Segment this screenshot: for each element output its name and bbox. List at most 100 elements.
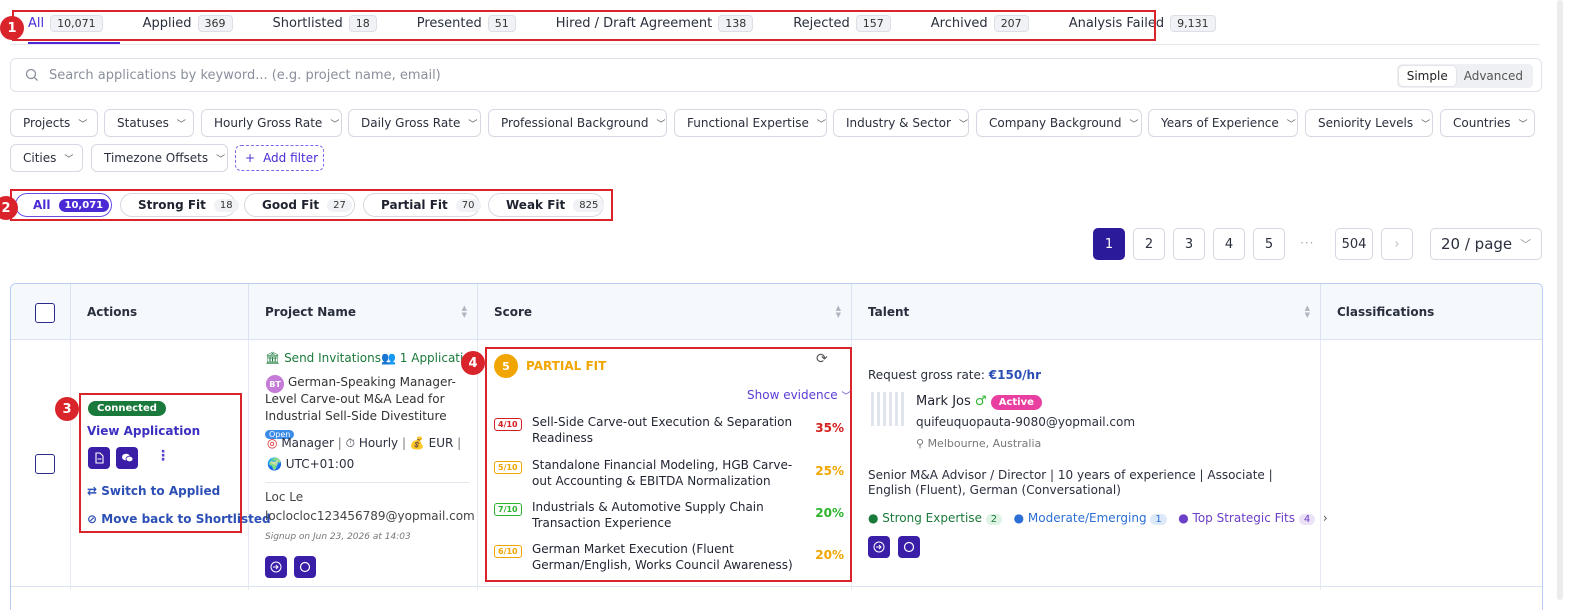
score-criterion: 4/10 Sell-Side Carve-out Execution & Sep… xyxy=(494,414,844,450)
fit-chip-partial[interactable]: Partial Fit 70 xyxy=(363,193,481,217)
more-options-icon[interactable]: ⋮ xyxy=(156,448,170,464)
filter-daily-gross-rate[interactable]: Daily Gross Rate ﹀ xyxy=(348,109,481,137)
tag-count: 4 xyxy=(1298,514,1316,525)
tab-shortlisted[interactable]: Shortlisted 18 xyxy=(272,14,377,32)
document-icon[interactable] xyxy=(88,447,110,469)
tab-archived[interactable]: Archived 207 xyxy=(931,14,1029,32)
simple-mode-button[interactable]: Simple xyxy=(1398,66,1456,86)
chevron-right-icon[interactable]: › xyxy=(1323,511,1328,525)
filter-company-background[interactable]: Company Background ﹀ xyxy=(976,109,1142,137)
tab-label: Analysis Failed xyxy=(1068,15,1165,31)
login-icon[interactable] xyxy=(868,536,890,558)
show-evidence-toggle[interactable]: Show evidence ﹀ xyxy=(747,388,850,402)
page-size-label: 20 / page xyxy=(1441,235,1513,253)
filter-projects[interactable]: Projects ﹀ xyxy=(10,109,98,137)
chat-icon[interactable] xyxy=(116,447,138,469)
select-all-checkbox[interactable] xyxy=(35,303,55,323)
fit-chip-all[interactable]: All 10,071 xyxy=(15,193,112,217)
page-5-button[interactable]: 5 xyxy=(1253,228,1285,260)
criterion-score: 5/10 xyxy=(494,461,522,474)
tab-label: Hired / Draft Agreement xyxy=(555,15,713,31)
criterion-weight: 25% xyxy=(815,464,844,478)
fit-chip-label: Good Fit xyxy=(262,198,320,212)
page-2-button[interactable]: 2 xyxy=(1133,228,1165,260)
page-4-button[interactable]: 4 xyxy=(1213,228,1245,260)
page-1-button[interactable]: 1 xyxy=(1093,228,1125,260)
fit-chip-count: 27 xyxy=(327,198,352,212)
criterion-text: German Market Execution (Fluent German/E… xyxy=(532,542,793,572)
project-divider xyxy=(265,482,469,483)
criterion-weight: 20% xyxy=(815,506,844,520)
page-last-button[interactable]: 504 xyxy=(1335,228,1373,260)
search-input[interactable] xyxy=(49,67,1349,83)
row-checkbox[interactable] xyxy=(35,454,55,474)
send-invitations-label: Send Invitations xyxy=(284,351,381,365)
avatar[interactable] xyxy=(871,392,905,426)
header-talent[interactable]: Talent ▲ ▼ xyxy=(852,284,1321,340)
add-filter-button[interactable]: + Add filter xyxy=(235,145,324,171)
view-application-link[interactable]: View Application xyxy=(87,424,200,438)
filter-industry-sector[interactable]: Industry & Sector ﹀ xyxy=(833,109,969,137)
filter-functional-expertise[interactable]: Functional Expertise ﹀ xyxy=(674,109,827,137)
meta-separator: | xyxy=(337,436,346,450)
classifications-cell xyxy=(1321,340,1542,590)
header-project-name[interactable]: Project Name ▲ ▼ xyxy=(249,284,478,340)
filter-timezone-offsets[interactable]: Timezone Offsets ﹀ xyxy=(91,144,228,172)
moderate-emerging-tag[interactable]: ● Moderate/Emerging 1 xyxy=(1014,511,1167,525)
scrollbar[interactable] xyxy=(1557,0,1563,600)
filter-cities[interactable]: Cities ﹀ xyxy=(10,144,83,172)
filter-label: Seniority Levels xyxy=(1318,116,1414,130)
strong-expertise-tag[interactable]: ● Strong Expertise 2 xyxy=(868,511,1003,525)
talent-location: ⚲ Melbourne, Australia xyxy=(916,437,1041,450)
login-icon[interactable] xyxy=(265,556,287,578)
filter-label: Hourly Gross Rate xyxy=(214,116,323,130)
move-back-shortlisted-link[interactable]: ⊘ Move back to Shortlisted xyxy=(87,512,271,526)
expertise-tags: ● Strong Expertise 2 ● Moderate/Emerging… xyxy=(868,511,1328,525)
filter-hourly-gross-rate[interactable]: Hourly Gross Rate ﹀ xyxy=(201,109,342,137)
fit-label: PARTIAL FIT xyxy=(526,359,607,373)
advanced-mode-button[interactable]: Advanced xyxy=(1456,66,1531,86)
criterion-text: Industrials & Automotive Supply Chain Tr… xyxy=(532,500,764,530)
tab-count: 18 xyxy=(348,14,377,32)
filter-label: Daily Gross Rate xyxy=(361,116,461,130)
tab-label: Shortlisted xyxy=(272,15,343,31)
message-icon[interactable] xyxy=(898,536,920,558)
tab-rejected[interactable]: Rejected 157 xyxy=(793,14,891,32)
top-strategic-fits-tag[interactable]: ● Top Strategic Fits 4 xyxy=(1178,511,1316,525)
filter-professional-background[interactable]: Professional Background ﹀ xyxy=(488,109,667,137)
tab-presented[interactable]: Presented 51 xyxy=(417,14,516,32)
sort-icon[interactable]: ▲ ▼ xyxy=(836,305,841,319)
refresh-icon[interactable]: ⟳ xyxy=(816,351,828,367)
tab-analysis-failed[interactable]: Analysis Failed 9,131 xyxy=(1068,14,1216,32)
switch-to-applied-link[interactable]: ⇄ Switch to Applied xyxy=(87,484,220,498)
header-label: Talent xyxy=(868,305,910,319)
sort-icon[interactable]: ▲ ▼ xyxy=(462,305,467,319)
filter-seniority-levels[interactable]: Seniority Levels ﹀ xyxy=(1305,109,1433,137)
filter-statuses[interactable]: Statuses ﹀ xyxy=(104,109,194,137)
filter-years-of-experience[interactable]: Years of Experience ﹀ xyxy=(1148,109,1298,137)
tab-all[interactable]: All 10,071 xyxy=(28,14,103,32)
timezone-text: UTC+01:00 xyxy=(285,457,355,471)
meta-separator: | xyxy=(457,436,462,450)
project-name[interactable]: German-Speaking Manager-Level Carve-out … xyxy=(265,374,470,443)
tab-applied[interactable]: Applied 369 xyxy=(143,14,233,32)
switch-label: Switch to Applied xyxy=(101,484,221,498)
talent-name[interactable]: Mark Jos xyxy=(916,394,971,409)
filter-countries[interactable]: Countries ﹀ xyxy=(1440,109,1535,137)
sort-icon[interactable]: ▲ ▼ xyxy=(1305,305,1310,319)
filter-label: Industry & Sector xyxy=(846,116,951,130)
fit-chip-strong[interactable]: Strong Fit 18 xyxy=(120,193,239,217)
page-3-button[interactable]: 3 xyxy=(1173,228,1205,260)
send-invitations-link[interactable]: 🏛 Send Invitations xyxy=(265,351,381,365)
header-score[interactable]: Score ▲ ▼ xyxy=(478,284,852,340)
row-divider xyxy=(11,586,1542,587)
criterion-weight: 35% xyxy=(815,421,844,435)
fit-chip-good[interactable]: Good Fit 27 xyxy=(244,193,355,217)
criterion-text: Sell-Side Carve-out Execution & Separati… xyxy=(532,415,793,445)
next-page-button[interactable]: › xyxy=(1381,228,1413,260)
message-icon[interactable] xyxy=(294,556,316,578)
fit-chip-weak[interactable]: Weak Fit 825 xyxy=(488,193,605,217)
page-size-select[interactable]: 20 / page ﹀ xyxy=(1430,228,1542,260)
pagination-ellipsis[interactable]: ··· xyxy=(1300,236,1314,250)
tab-hired[interactable]: Hired / Draft Agreement 138 xyxy=(555,14,754,32)
